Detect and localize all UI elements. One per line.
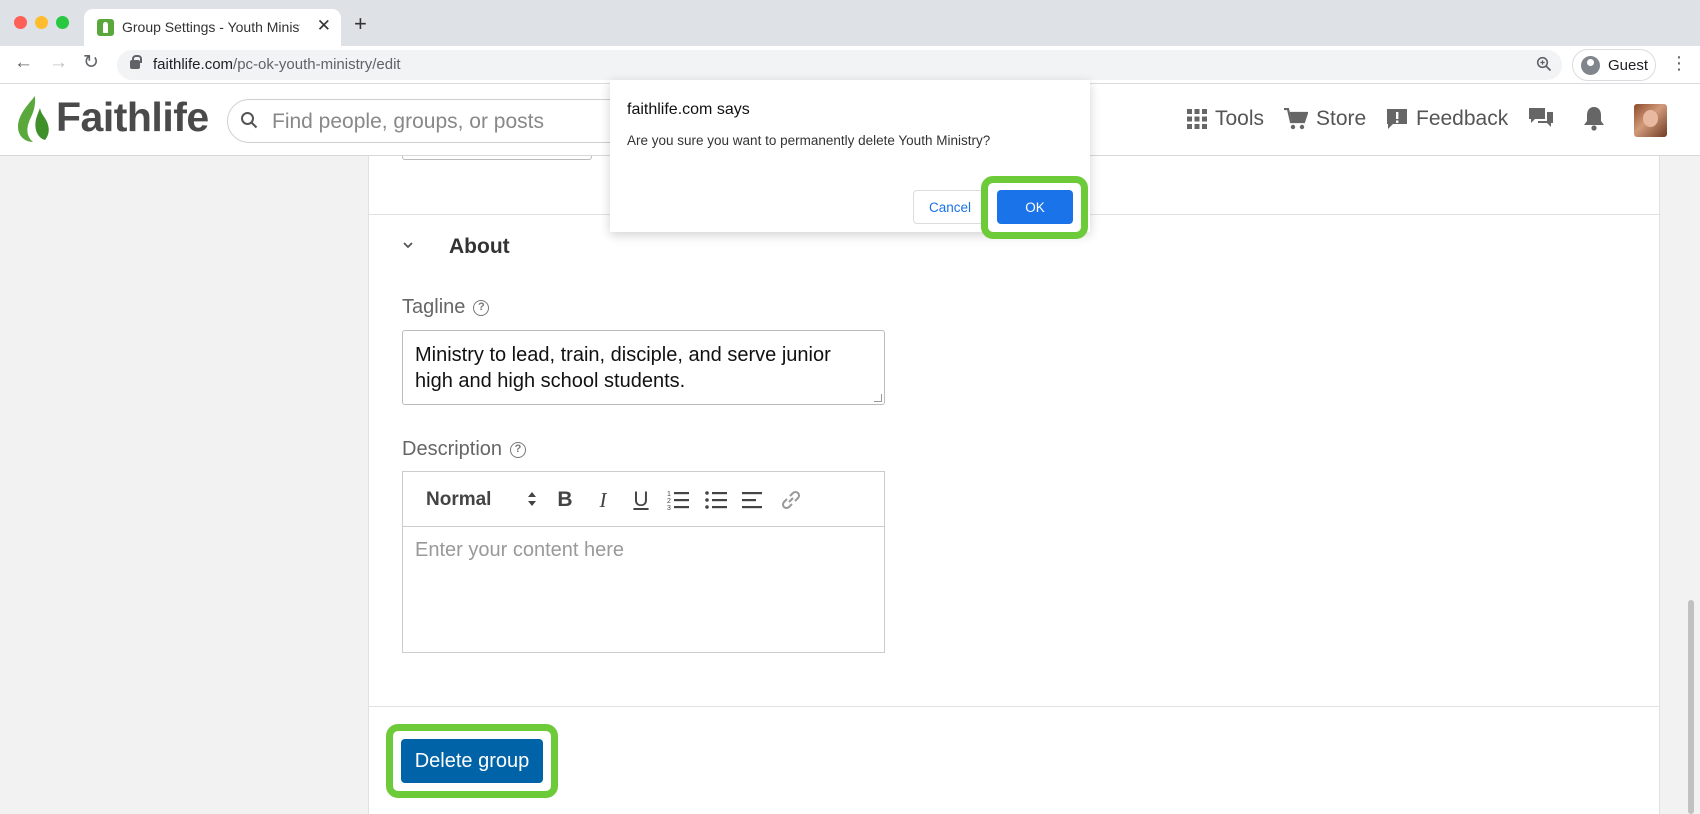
dialog-title: faithlife.com says <box>627 101 750 118</box>
italic-button[interactable]: I <box>591 488 615 512</box>
cart-icon <box>1284 108 1308 130</box>
lock-icon <box>130 55 142 69</box>
feedback-icon <box>1387 109 1407 129</box>
editor-toolbar: Normal B I U 123 <box>403 472 884 527</box>
back-arrow-icon[interactable]: ← <box>14 53 33 72</box>
url-domain: faithlife.com <box>153 56 234 73</box>
search-icon <box>241 112 258 129</box>
section-divider <box>369 706 1659 707</box>
description-editor: Normal B I U 123 Enter your content here <box>402 471 885 653</box>
link-icon[interactable] <box>779 488 803 512</box>
guest-avatar-icon <box>1581 56 1600 75</box>
dialog-message: Are you sure you want to permanently del… <box>627 133 991 148</box>
description-placeholder[interactable]: Enter your content here <box>415 539 624 562</box>
bell-icon[interactable] <box>1580 104 1608 132</box>
page-scrollbar[interactable] <box>1688 600 1694 814</box>
nav-feedback-label: Feedback <box>1416 107 1509 130</box>
resize-grip-icon[interactable] <box>874 394 882 402</box>
browser-menu-icon[interactable]: ⋮ <box>1670 54 1688 72</box>
tagline-textarea[interactable]: Ministry to lead, train, disciple, and s… <box>402 330 885 405</box>
window-maximize-button[interactable] <box>56 16 69 29</box>
format-select[interactable]: Normal <box>426 489 491 511</box>
svg-text:2: 2 <box>667 498 671 505</box>
description-label: Description ? <box>402 438 527 461</box>
url-path: /pc-ok-youth-ministry/edit <box>233 56 401 73</box>
select-arrows-icon[interactable] <box>527 491 537 507</box>
tab-title: Group Settings - Youth Ministry <box>122 19 300 35</box>
nav-store[interactable]: Store <box>1284 107 1366 131</box>
bullet-list-icon[interactable] <box>704 488 728 512</box>
guest-profile-button[interactable]: Guest <box>1572 49 1656 81</box>
delete-group-button[interactable]: Delete group <box>401 739 543 783</box>
dialog-cancel-button[interactable]: Cancel <box>913 190 987 224</box>
bold-button[interactable]: B <box>553 488 577 512</box>
reload-icon[interactable]: ↻ <box>83 53 99 72</box>
dialog-ok-button[interactable]: OK <box>997 190 1073 224</box>
chevron-down-icon[interactable] <box>403 240 413 250</box>
forward-arrow-icon[interactable]: → <box>49 53 68 72</box>
guest-label: Guest <box>1608 57 1649 74</box>
user-avatar[interactable] <box>1634 104 1667 137</box>
nav-store-label: Store <box>1316 107 1367 130</box>
svg-text:3: 3 <box>667 505 671 512</box>
tagline-label-text: Tagline <box>402 296 466 318</box>
description-label-text: Description <box>402 438 503 460</box>
window-close-button[interactable] <box>14 16 27 29</box>
help-icon[interactable]: ? <box>510 441 527 458</box>
search-box[interactable] <box>227 99 647 143</box>
url-text[interactable]: faithlife.com/pc-ok-youth-ministry/edit <box>153 56 401 73</box>
faithlife-flame-icon[interactable] <box>15 94 51 144</box>
search-input[interactable] <box>272 108 632 136</box>
nav-feedback[interactable]: Feedback <box>1386 107 1508 131</box>
ordered-list-icon[interactable]: 123 <box>666 488 690 512</box>
help-icon[interactable]: ? <box>473 299 490 316</box>
underline-button[interactable]: U <box>629 488 653 512</box>
tab-close-icon[interactable]: ✕ <box>317 17 331 34</box>
align-left-icon[interactable] <box>741 488 765 512</box>
faithlife-favicon-icon <box>97 19 114 36</box>
tagline-value: Ministry to lead, train, disciple, and s… <box>415 344 831 392</box>
faithlife-logo[interactable]: Faithlife <box>56 94 209 141</box>
window-minimize-button[interactable] <box>35 16 48 29</box>
about-section-title[interactable]: About <box>449 235 510 259</box>
browser-toolbar: ← → ↻ faithlife.com/pc-ok-youth-ministry… <box>0 46 1700 84</box>
zoom-icon[interactable] <box>1536 56 1552 72</box>
address-bar[interactable]: faithlife.com/pc-ok-youth-ministry/edit <box>117 50 1562 80</box>
new-tab-button[interactable]: + <box>354 13 367 35</box>
nav-tools[interactable]: Tools <box>1187 107 1264 131</box>
grid-icon <box>1187 109 1207 129</box>
browser-tab-bar: Group Settings - Youth Ministry ✕ + <box>0 0 1700 46</box>
chat-icon[interactable] <box>1527 104 1555 132</box>
svg-text:1: 1 <box>667 491 671 498</box>
confirm-dialog: faithlife.com says Are you sure you want… <box>610 80 1090 239</box>
group-settings-form: About Tagline ? Ministry to lead, train,… <box>368 152 1660 814</box>
tagline-label: Tagline ? <box>402 296 490 319</box>
browser-tab[interactable]: Group Settings - Youth Ministry ✕ <box>84 9 341 46</box>
nav-tools-label: Tools <box>1215 107 1265 130</box>
